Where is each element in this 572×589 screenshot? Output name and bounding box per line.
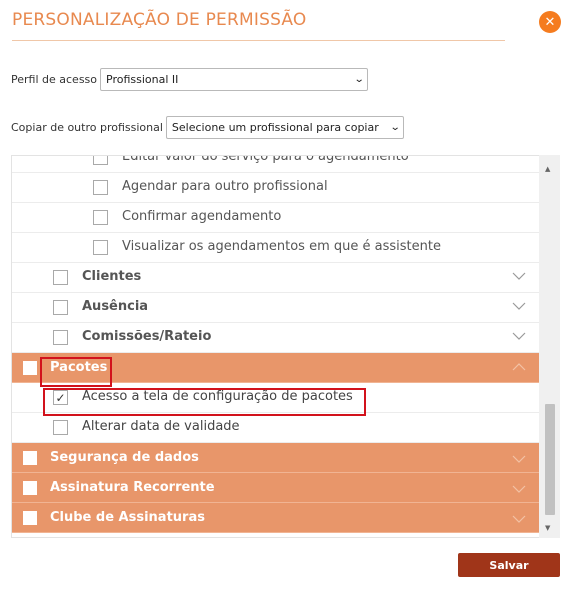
- module-row-clientes[interactable]: Clientes: [12, 263, 540, 293]
- category-label: Assinatura Recorrente: [50, 480, 215, 495]
- permissions-panel: Editar valor do serviço para o agendamen…: [11, 155, 560, 538]
- module-row-ausencia[interactable]: Ausência: [12, 293, 540, 323]
- chevron-up-icon[interactable]: [512, 363, 526, 371]
- permission-label: Alterar data de validade: [82, 419, 240, 434]
- chevron-down-icon: ⌄: [389, 122, 401, 133]
- permission-label: Visualizar os agendamentos em que é assi…: [122, 239, 441, 254]
- chevron-down-icon[interactable]: [512, 455, 526, 463]
- module-label: Ausência: [82, 299, 149, 314]
- permission-row[interactable]: ✓ Acesso a tela de configuração de pacot…: [12, 383, 540, 413]
- checkbox[interactable]: [53, 300, 68, 315]
- category-label: Clube de Assinaturas: [50, 510, 205, 525]
- copy-row: Copiar de outro profissional Selecione u…: [11, 116, 404, 139]
- checkbox-checked[interactable]: ✓: [53, 390, 68, 405]
- permission-row[interactable]: Editar valor do serviço para o agendamen…: [12, 155, 540, 173]
- header-divider: [12, 40, 505, 41]
- scrollbar[interactable]: ▲ ▼: [539, 155, 560, 538]
- category-row-clube[interactable]: Clube de Assinaturas: [12, 503, 540, 533]
- chevron-down-icon[interactable]: [512, 332, 526, 340]
- category-label: Pacotes: [50, 360, 108, 375]
- profile-label: Perfil de acesso: [11, 73, 98, 86]
- checkbox[interactable]: [23, 481, 37, 495]
- chevron-down-icon: ⌄: [353, 74, 365, 85]
- close-icon: ✕: [544, 14, 556, 30]
- modal-title: PERSONALIZAÇÃO DE PERMISSÃO: [12, 10, 307, 30]
- checkbox[interactable]: [93, 180, 108, 195]
- checkbox[interactable]: [93, 210, 108, 225]
- checkbox[interactable]: [93, 156, 108, 165]
- permission-row[interactable]: Alterar data de validade: [12, 413, 540, 443]
- permission-label: Agendar para outro profissional: [122, 179, 328, 194]
- module-label: Comissões/Rateio: [82, 329, 212, 344]
- checkbox[interactable]: [23, 361, 37, 375]
- module-row-comissoes[interactable]: Comissões/Rateio: [12, 323, 540, 353]
- profile-row: Perfil de acesso Profissional II ⌄: [11, 68, 369, 91]
- chevron-down-icon[interactable]: [512, 302, 526, 310]
- checkbox[interactable]: [53, 420, 68, 435]
- category-row-assinatura[interactable]: Assinatura Recorrente: [12, 473, 540, 503]
- close-button[interactable]: ✕: [539, 11, 561, 33]
- save-button[interactable]: Salvar: [458, 553, 560, 577]
- copy-select-value: Selecione um profissional para copiar: [171, 121, 379, 134]
- chevron-down-icon[interactable]: [512, 515, 526, 523]
- permission-label: Confirmar agendamento: [122, 209, 282, 224]
- permission-label: Editar valor do serviço para o agendamen…: [122, 155, 409, 164]
- permission-row[interactable]: Agendar para outro profissional: [12, 173, 540, 203]
- profile-select[interactable]: Profissional II ⌄: [100, 68, 369, 91]
- scroll-up-icon[interactable]: ▲: [545, 165, 550, 173]
- chevron-down-icon[interactable]: [512, 272, 526, 280]
- checkbox[interactable]: [93, 240, 108, 255]
- module-label: Clientes: [82, 269, 142, 284]
- category-label: Segurança de dados: [50, 450, 199, 465]
- profile-select-value: Profissional II: [106, 73, 179, 86]
- checkbox[interactable]: [23, 511, 37, 525]
- chevron-down-icon[interactable]: [512, 485, 526, 493]
- permission-label: Acesso a tela de configuração de pacotes: [82, 389, 353, 404]
- category-row-seguranca[interactable]: Segurança de dados: [12, 443, 540, 473]
- checkbox[interactable]: [23, 451, 37, 465]
- scroll-down-icon[interactable]: ▼: [545, 524, 550, 532]
- category-row-pacotes[interactable]: Pacotes: [12, 353, 540, 383]
- copy-label: Copiar de outro profissional: [11, 121, 163, 134]
- scroll-thumb[interactable]: [545, 404, 555, 515]
- permission-row[interactable]: Visualizar os agendamentos em que é assi…: [12, 233, 540, 263]
- checkbox[interactable]: [53, 270, 68, 285]
- copy-select[interactable]: Selecione um profissional para copiar ⌄: [165, 116, 404, 139]
- permission-row[interactable]: Confirmar agendamento: [12, 203, 540, 233]
- checkbox[interactable]: [53, 330, 68, 345]
- permissions-list: Editar valor do serviço para o agendamen…: [12, 155, 540, 533]
